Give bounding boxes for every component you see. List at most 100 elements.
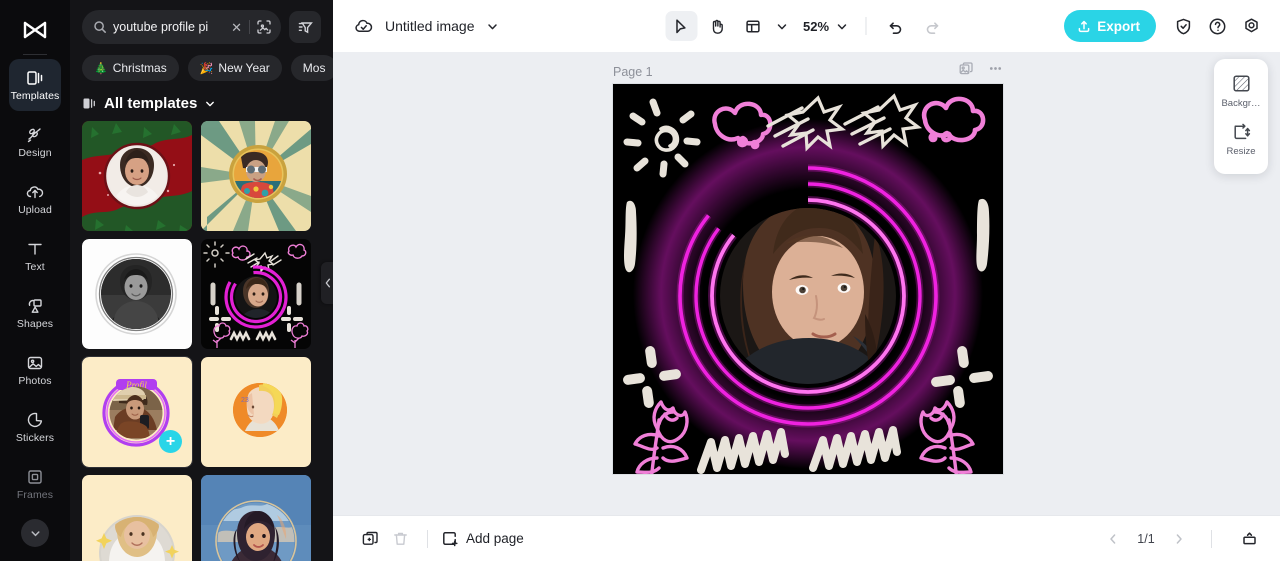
chip-most-popular[interactable]: Mos <box>291 55 333 81</box>
export-button[interactable]: Export <box>1064 10 1156 42</box>
resize-icon <box>1231 121 1252 142</box>
topbar-left: Untitled image <box>353 16 499 37</box>
background-button[interactable]: Backgr… <box>1214 68 1268 116</box>
sidebar-item-shapes[interactable]: Shapes <box>9 287 61 339</box>
next-page-button[interactable] <box>1169 529 1189 549</box>
chip-label: Mos <box>303 61 326 75</box>
chevron-right-icon <box>1172 532 1186 546</box>
template-card-christmas-wreath-red[interactable] <box>82 121 192 231</box>
cloud-saved-icon[interactable] <box>353 16 374 37</box>
layout-grid-icon <box>744 18 761 35</box>
image-search-icon[interactable] <box>256 19 272 35</box>
sidebar-item-upload[interactable]: Upload <box>9 173 61 225</box>
template-card-bw-circle-portrait[interactable] <box>82 239 192 349</box>
duplicate-page-icon[interactable] <box>958 60 975 77</box>
canvas-side-panel: Backgr… Resize <box>1214 59 1268 174</box>
canvas-artwork <box>613 84 1003 474</box>
all-templates-header[interactable]: All templates <box>70 81 333 121</box>
close-icon[interactable]: ✕ <box>230 21 243 34</box>
resize-label: Resize <box>1226 146 1255 157</box>
layout-tool-button[interactable] <box>737 11 769 41</box>
redo-button[interactable] <box>916 11 948 41</box>
photos-icon <box>25 353 45 373</box>
add-template-badge[interactable]: + <box>159 430 182 453</box>
templates-icon <box>25 68 45 88</box>
add-square-icon <box>440 529 459 548</box>
template-card-yellow-scarf-profile[interactable]: 23 <box>201 357 311 467</box>
christmas-tree-icon: 🎄 <box>94 62 108 75</box>
topbar-tools: 52% <box>665 11 948 41</box>
zoom-level[interactable]: 52% <box>795 19 829 34</box>
duplicate-icon[interactable] <box>355 524 385 554</box>
document-title[interactable]: Untitled image <box>385 18 475 34</box>
top-toolbar: Untitled image <box>333 0 1280 52</box>
sidebar-item-frames[interactable]: Frames <box>9 458 61 510</box>
more-options-icon[interactable] <box>987 60 1004 77</box>
trash-icon[interactable] <box>385 524 415 554</box>
chip-new-year[interactable]: 🎉 New Year <box>188 55 282 81</box>
help-circle-icon[interactable] <box>1202 11 1232 41</box>
panel-search-row: youtube profile pi ✕ <box>70 0 333 44</box>
prev-page-button[interactable] <box>1103 529 1123 549</box>
sidebar-item-label: Templates <box>11 91 60 102</box>
undo-icon <box>888 18 905 35</box>
templates-grid: Profil <box>70 121 333 561</box>
chip-label: New Year <box>218 61 269 75</box>
sidebar-item-templates[interactable]: Templates <box>9 59 61 111</box>
cursor-arrow-icon <box>672 18 689 35</box>
search-input[interactable]: youtube profile pi ✕ <box>82 10 281 44</box>
search-icon <box>93 20 107 34</box>
filter-button[interactable] <box>289 11 321 43</box>
present-icon[interactable] <box>1234 524 1264 554</box>
resize-button[interactable]: Resize <box>1214 116 1268 164</box>
redo-icon <box>924 18 941 35</box>
frames-icon <box>25 467 45 487</box>
templates-panel: youtube profile pi ✕ <box>70 0 333 561</box>
undo-button[interactable] <box>880 11 912 41</box>
capcut-logo-icon[interactable] <box>17 13 53 49</box>
filter-chips: 🎄 Christmas 🎉 New Year Mos <box>70 44 333 81</box>
zoom-chevron-button[interactable] <box>833 20 851 33</box>
hand-tool-button[interactable] <box>701 11 733 41</box>
template-card-blue-sky-portrait[interactable] <box>201 475 311 561</box>
chip-christmas[interactable]: 🎄 Christmas <box>82 55 179 81</box>
select-tool-button[interactable] <box>665 11 697 41</box>
template-card-sparkle-portrait[interactable] <box>82 475 192 561</box>
chevron-down-icon[interactable] <box>486 20 499 33</box>
page-nav: 1/1 <box>1103 524 1264 554</box>
background-label: Backgr… <box>1221 98 1260 109</box>
layout-chevron-button[interactable] <box>773 20 791 33</box>
chevron-down-icon <box>836 20 849 33</box>
canvas-stage[interactable]: Page 1 <box>333 52 1280 515</box>
sidebar-item-stickers[interactable]: Stickers <box>9 401 61 453</box>
upload-cloud-icon <box>25 182 45 202</box>
add-page-button[interactable]: Add page <box>440 529 524 548</box>
stickers-icon <box>25 410 45 430</box>
page-label: Page 1 <box>613 65 653 79</box>
chevron-down-icon <box>204 98 216 110</box>
bottom-divider <box>427 530 428 548</box>
collapse-panel-handle[interactable] <box>321 262 333 304</box>
sidebar-item-label: Photos <box>18 376 51 387</box>
main-area: Untitled image <box>333 0 1280 561</box>
template-card-retro-sunburst[interactable] <box>201 121 311 231</box>
sidebar-expand-button[interactable] <box>21 519 49 547</box>
template-card-purple-glow-profile[interactable]: Profil <box>82 357 192 467</box>
filter-icon <box>297 19 314 36</box>
design-canvas[interactable] <box>613 84 1003 474</box>
export-label: Export <box>1097 19 1140 34</box>
sidebar-item-label: Design <box>18 148 51 159</box>
search-value: youtube profile pi <box>113 20 224 34</box>
chevron-left-icon <box>1106 532 1120 546</box>
design-icon <box>25 125 45 145</box>
sidebar-item-photos[interactable]: Photos <box>9 344 61 396</box>
hand-icon <box>708 18 725 35</box>
sidebar-item-design[interactable]: Design <box>9 116 61 168</box>
settings-gear-icon[interactable] <box>1236 11 1266 41</box>
capcut-editor-window: Templates Design <box>0 0 1280 561</box>
shield-check-icon[interactable] <box>1168 11 1198 41</box>
template-card-neon-pink-circle[interactable] <box>201 239 311 349</box>
sidebar-item-text[interactable]: Text <box>9 230 61 282</box>
sidebar-item-label: Shapes <box>17 319 53 330</box>
bottom-toolbar: Add page 1/1 <box>333 515 1280 561</box>
